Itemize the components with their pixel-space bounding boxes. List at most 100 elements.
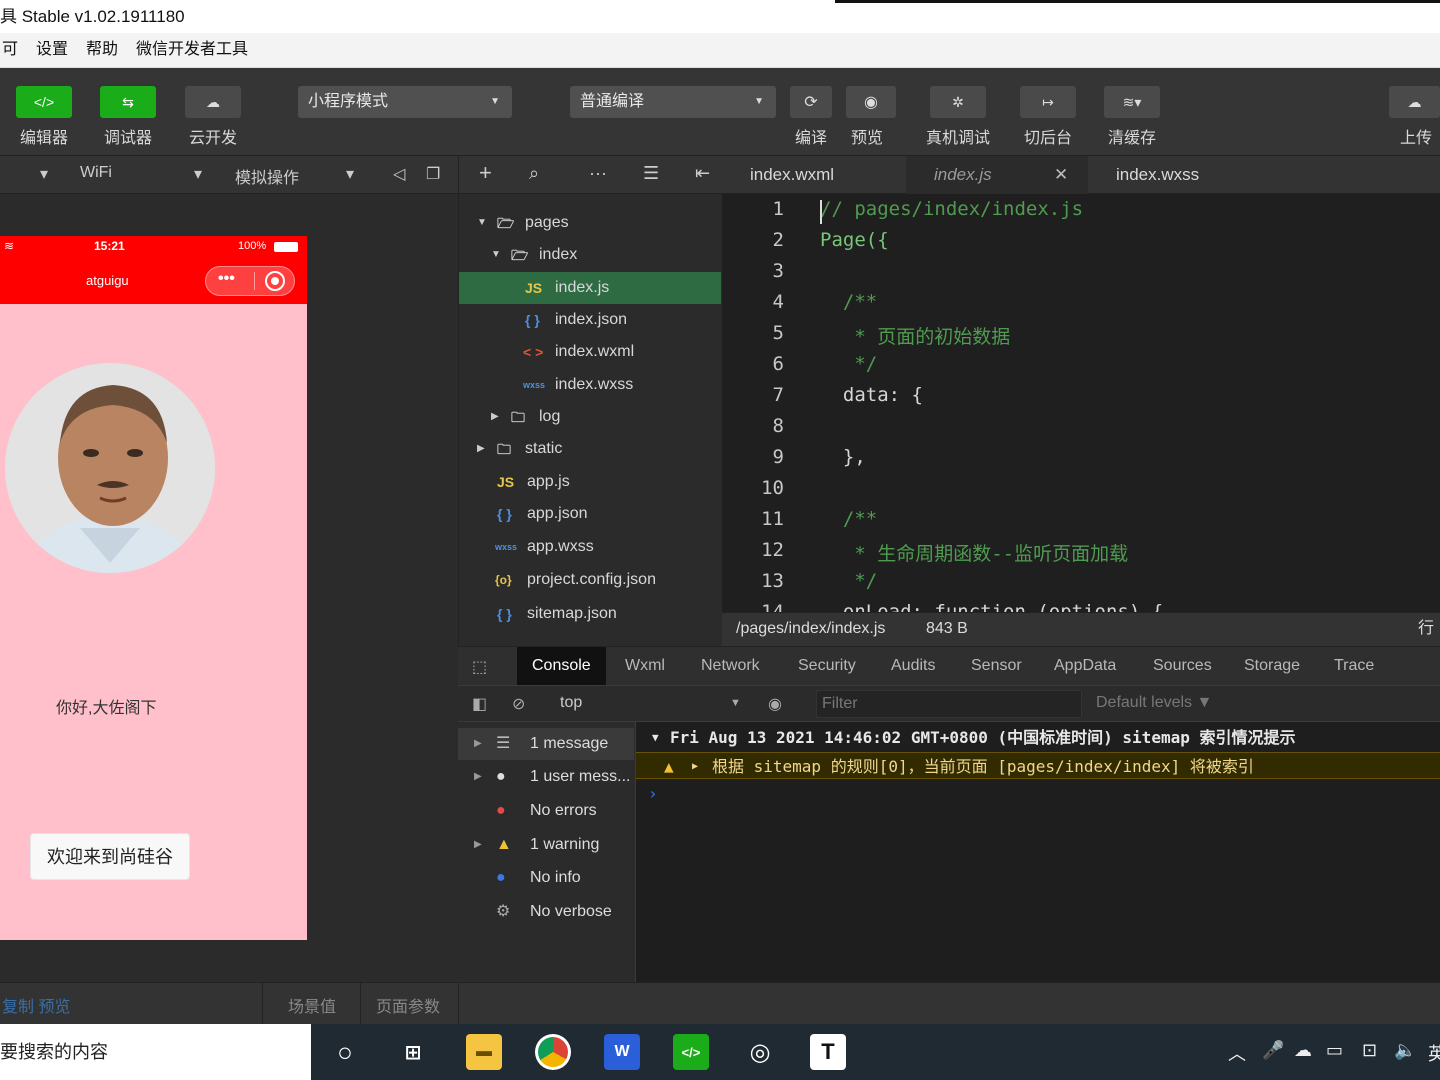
weather-icon[interactable]: ☁ — [1294, 1040, 1312, 1061]
search-icon[interactable]: ⌕ — [529, 163, 539, 184]
network-icon[interactable]: ⊡ — [1362, 1040, 1377, 1061]
mode-select[interactable]: 小程序模式 ▼ — [298, 86, 512, 118]
tree-file-project-config[interactable]: {o} project.config.json — [459, 564, 721, 596]
debugger-toggle-button[interactable]: ⇆ — [100, 86, 156, 118]
tab-index-js[interactable]: index.js ✕ — [906, 156, 1088, 194]
tab-network[interactable]: Network — [701, 657, 760, 675]
console-output[interactable]: ▼ Fri Aug 13 2021 14:46:02 GMT+0800 (中国标… — [636, 722, 1440, 982]
page-params-button[interactable]: 页面参数 — [376, 993, 440, 1017]
task-view-icon[interactable]: ⊞ — [395, 1034, 431, 1070]
filter-user-messages[interactable]: ▶ ● 1 user mess... — [458, 761, 634, 793]
tab-index-wxml[interactable]: index.wxml — [722, 156, 906, 194]
inspect-icon[interactable]: ⬚ — [472, 657, 487, 677]
tab-sensor[interactable]: Sensor — [971, 657, 1022, 675]
real-device-debug-button[interactable]: ✲ — [930, 86, 986, 118]
chevron-up-icon[interactable]: ︿ — [1228, 1040, 1246, 1066]
sidebar-toggle-icon[interactable]: ⇤ — [695, 163, 710, 184]
tab-appdata[interactable]: AppData — [1054, 657, 1116, 675]
window-icon[interactable]: ❐ — [426, 164, 440, 184]
file-explorer-icon[interactable]: ▬ — [466, 1034, 502, 1070]
volume-icon[interactable]: 🔈 — [1394, 1040, 1416, 1061]
editor-toggle-button[interactable]: </> — [16, 86, 72, 118]
tree-file-index-json[interactable]: { } index.json — [459, 304, 721, 336]
tab-storage[interactable]: Storage — [1244, 657, 1300, 675]
code-icon: </> — [33, 94, 55, 110]
tab-console[interactable]: Console — [517, 647, 606, 685]
clear-cache-button[interactable]: ≋▾ — [1104, 86, 1160, 118]
log-levels-select[interactable]: Default levels ▼ — [1096, 694, 1212, 712]
word-icon[interactable]: W — [604, 1034, 640, 1070]
upload-button[interactable]: ☁ — [1389, 86, 1440, 118]
tree-file-index-wxss[interactable]: wxss index.wxss — [459, 369, 721, 401]
capsule-menu[interactable]: ••• — [205, 266, 295, 296]
tree-folder-static[interactable]: ▶ 🗀 static — [459, 433, 721, 465]
more-icon[interactable]: ··· — [589, 163, 607, 184]
tab-security[interactable]: Security — [798, 657, 856, 675]
more-icon[interactable]: ••• — [218, 270, 235, 288]
add-icon[interactable]: + — [479, 160, 492, 186]
tab-sources[interactable]: Sources — [1153, 657, 1212, 675]
tab-audits[interactable]: Audits — [891, 657, 935, 675]
code-editor[interactable]: 1 2 3 4 5 6 7 8 9 10 11 12 13 14 // page… — [722, 194, 1440, 612]
simulate-operation-select[interactable]: 模拟操作 — [235, 164, 299, 188]
welcome-button[interactable]: 欢迎来到尚硅谷 — [30, 833, 190, 880]
battery-tray-icon[interactable]: ▭ — [1326, 1040, 1343, 1061]
config-file-icon: {o} — [495, 573, 512, 587]
menu-item-devtools[interactable]: 微信开发者工具 — [136, 33, 248, 67]
eye-icon[interactable]: ◉ — [768, 694, 782, 714]
filter-messages[interactable]: ▶ ☰ 1 message — [458, 728, 634, 760]
filter-info[interactable]: ● No info — [458, 862, 634, 894]
obs-icon[interactable]: ◎ — [742, 1034, 778, 1070]
compile-mode-select[interactable]: 普通编译 ▼ — [570, 86, 776, 118]
typora-icon[interactable]: T — [810, 1034, 846, 1070]
wechat-devtools-icon[interactable]: </> — [673, 1034, 709, 1070]
close-mini-icon[interactable] — [265, 271, 285, 291]
tree-file-app-json[interactable]: { } app.json — [459, 498, 721, 530]
sidebar-toggle-icon[interactable]: ◧ — [472, 694, 487, 714]
cloud-dev-button[interactable]: ☁ — [185, 86, 241, 118]
ime-indicator[interactable]: 英 — [1428, 1040, 1440, 1066]
chevron-down-icon: ▾ — [194, 166, 203, 183]
scene-value-button[interactable]: 场景值 — [288, 993, 336, 1017]
phone-status-bar: ≋ 15:21 100% — [0, 236, 307, 258]
compile-button[interactable]: ⟳ — [790, 86, 832, 118]
preview-button[interactable]: ◉ — [846, 86, 896, 118]
cursor-position[interactable]: 行 — [1418, 613, 1434, 645]
tab-wxml[interactable]: Wxml — [625, 657, 665, 675]
tree-file-index-js[interactable]: JS index.js — [459, 272, 721, 304]
filter-warnings[interactable]: ▶ ▲ 1 warning — [458, 829, 634, 861]
tree-folder-index[interactable]: ▼ 🗁 index — [459, 239, 721, 271]
network-select[interactable]: WiFi — [80, 164, 112, 182]
filter-verbose[interactable]: ⚙ No verbose — [458, 896, 634, 928]
tree-folder-log[interactable]: ▶ 🗀 log — [459, 401, 721, 433]
chrome-icon[interactable] — [535, 1034, 571, 1070]
context-select[interactable]: top — [560, 694, 582, 712]
clear-console-icon[interactable]: ⊘ — [512, 694, 525, 714]
volume-icon[interactable]: ◁ — [393, 164, 405, 184]
filter-input[interactable]: Filter — [816, 690, 1082, 718]
menu-item-edit[interactable]: 可 — [2, 33, 18, 67]
console-prompt[interactable]: › — [636, 780, 1440, 807]
tab-trace[interactable]: Trace — [1334, 657, 1374, 675]
tree-file-app-wxss[interactable]: wxss app.wxss — [459, 531, 721, 563]
menu-item-settings[interactable]: 设置 — [36, 33, 68, 67]
tree-folder-pages[interactable]: ▼ 🗁 pages — [459, 207, 721, 239]
tab-index-wxss[interactable]: index.wxss — [1088, 156, 1268, 194]
collapse-icon[interactable]: ☰ — [643, 163, 659, 184]
tree-file-app-js[interactable]: JS app.js — [459, 466, 721, 498]
background-button[interactable]: ↦ — [1020, 86, 1076, 118]
taskbar-search-input[interactable]: 要搜索的内容 — [0, 1024, 311, 1080]
menu-item-help[interactable]: 帮助 — [86, 33, 118, 67]
microphone-icon[interactable]: 🎤 — [1262, 1040, 1284, 1061]
copy-preview-link[interactable]: 复制 预览 — [2, 993, 70, 1017]
filter-errors[interactable]: ● No errors — [458, 795, 634, 827]
tree-file-sitemap-json[interactable]: { } sitemap.json — [459, 598, 721, 630]
device-dropdown-icon[interactable]: ▾ — [40, 164, 48, 184]
log-group-header[interactable]: ▼ Fri Aug 13 2021 14:46:02 GMT+0800 (中国标… — [636, 724, 1440, 751]
cortana-icon[interactable]: ○ — [327, 1034, 363, 1070]
editor-label: 编辑器 — [19, 130, 68, 147]
chevron-down-icon: ▼ — [754, 96, 764, 107]
close-icon[interactable]: ✕ — [1054, 156, 1068, 194]
tree-file-index-wxml[interactable]: < > index.wxml — [459, 336, 721, 368]
log-warning-row[interactable]: ▲ ▶ 根据 sitemap 的规则[0]，当前页面 [pages/index/… — [636, 752, 1440, 779]
